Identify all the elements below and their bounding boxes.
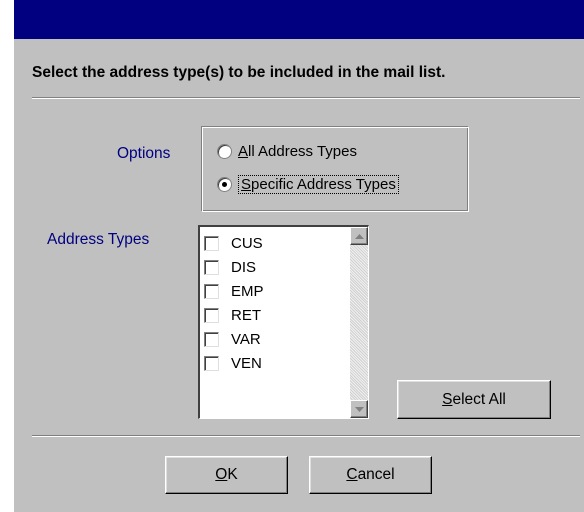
radio-selected-dot [222, 182, 227, 187]
top-separator [32, 97, 580, 99]
instruction-text: Select the address type(s) to be include… [32, 64, 446, 81]
select-all-button[interactable]: Select All [397, 380, 551, 419]
checkbox-cus[interactable] [204, 235, 219, 251]
radio-all-label: All Address Types [238, 143, 357, 160]
options-radio-group: All Address Types Specific Address Types [201, 126, 469, 212]
scroll-down-button[interactable] [350, 400, 368, 418]
bottom-separator [32, 435, 580, 437]
title-bar[interactable] [14, 0, 584, 39]
list-item-ven[interactable]: VEN [204, 351, 264, 375]
scroll-down-arrow-icon [354, 406, 364, 412]
address-types-list[interactable]: CUS DIS EMP RET VAR VEN [198, 225, 369, 419]
cancel-label: Cancel [346, 466, 395, 483]
list-item-label: EMP [231, 282, 264, 300]
list-item-var[interactable]: VAR [204, 327, 264, 351]
mail-list-address-type-dialog: Select the address type(s) to be include… [14, 0, 584, 512]
list-item-dis[interactable]: DIS [204, 255, 264, 279]
select-all-label: Select All [442, 390, 506, 408]
radio-button-specific[interactable] [217, 177, 232, 192]
list-item-label: RET [231, 306, 261, 324]
list-item-emp[interactable]: EMP [204, 279, 264, 303]
scroll-up-button[interactable] [350, 227, 368, 245]
ok-label: OK [215, 466, 238, 483]
ok-button[interactable]: OK [165, 456, 288, 494]
checkbox-dis[interactable] [204, 259, 219, 275]
radio-specific-label: Specific Address Types [238, 175, 399, 194]
list-item-label: VAR [231, 330, 261, 348]
address-types-label: Address Types [47, 231, 150, 248]
cancel-button[interactable]: Cancel [309, 456, 432, 494]
checkbox-ret[interactable] [204, 307, 219, 323]
list-item-label: CUS [231, 234, 263, 252]
list-item-label: VEN [231, 354, 262, 372]
list-item-cus[interactable]: CUS [204, 231, 264, 255]
list-item-label: DIS [231, 258, 257, 276]
address-types-items: CUS DIS EMP RET VAR VEN [204, 231, 264, 375]
radio-specific-address-types[interactable]: Specific Address Types [217, 175, 399, 194]
radio-button-all[interactable] [217, 144, 232, 159]
list-item-ret[interactable]: RET [204, 303, 264, 327]
options-label: Options [117, 145, 171, 162]
checkbox-ven[interactable] [204, 355, 219, 371]
scroll-up-arrow-icon [354, 233, 364, 239]
checkbox-emp[interactable] [204, 283, 219, 299]
radio-all-address-types[interactable]: All Address Types [217, 143, 357, 160]
checkbox-var[interactable] [204, 331, 219, 347]
list-scrollbar[interactable] [350, 227, 368, 418]
